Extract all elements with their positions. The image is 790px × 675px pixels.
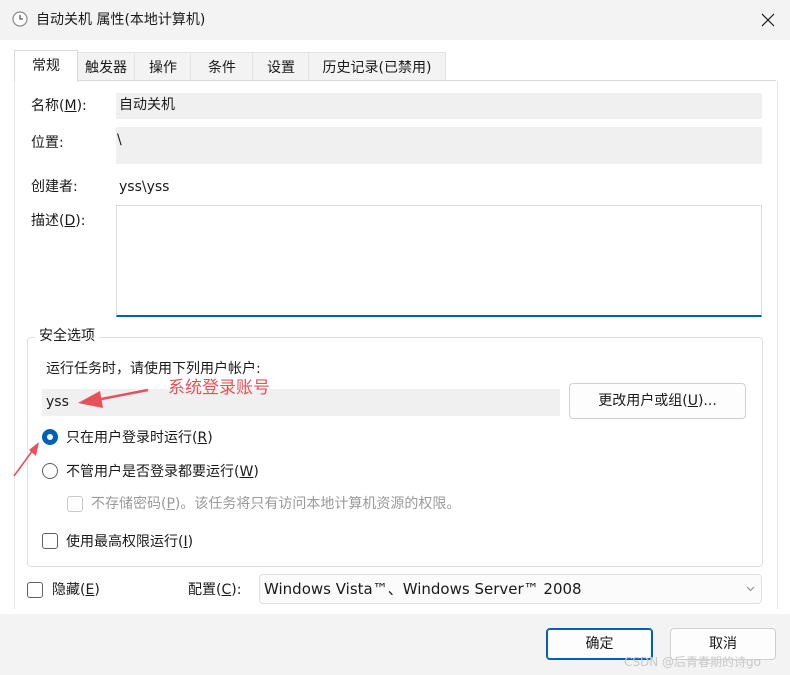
watermark: CSDN @后青春期的诗go	[624, 655, 761, 669]
arrow-to-radio	[13, 442, 39, 477]
annotation-arrows	[13, 388, 149, 477]
annotation-label: 系统登录账号	[168, 378, 270, 398]
arrow-to-account	[78, 388, 149, 408]
tab-general[interactable]: 常规	[14, 50, 78, 82]
